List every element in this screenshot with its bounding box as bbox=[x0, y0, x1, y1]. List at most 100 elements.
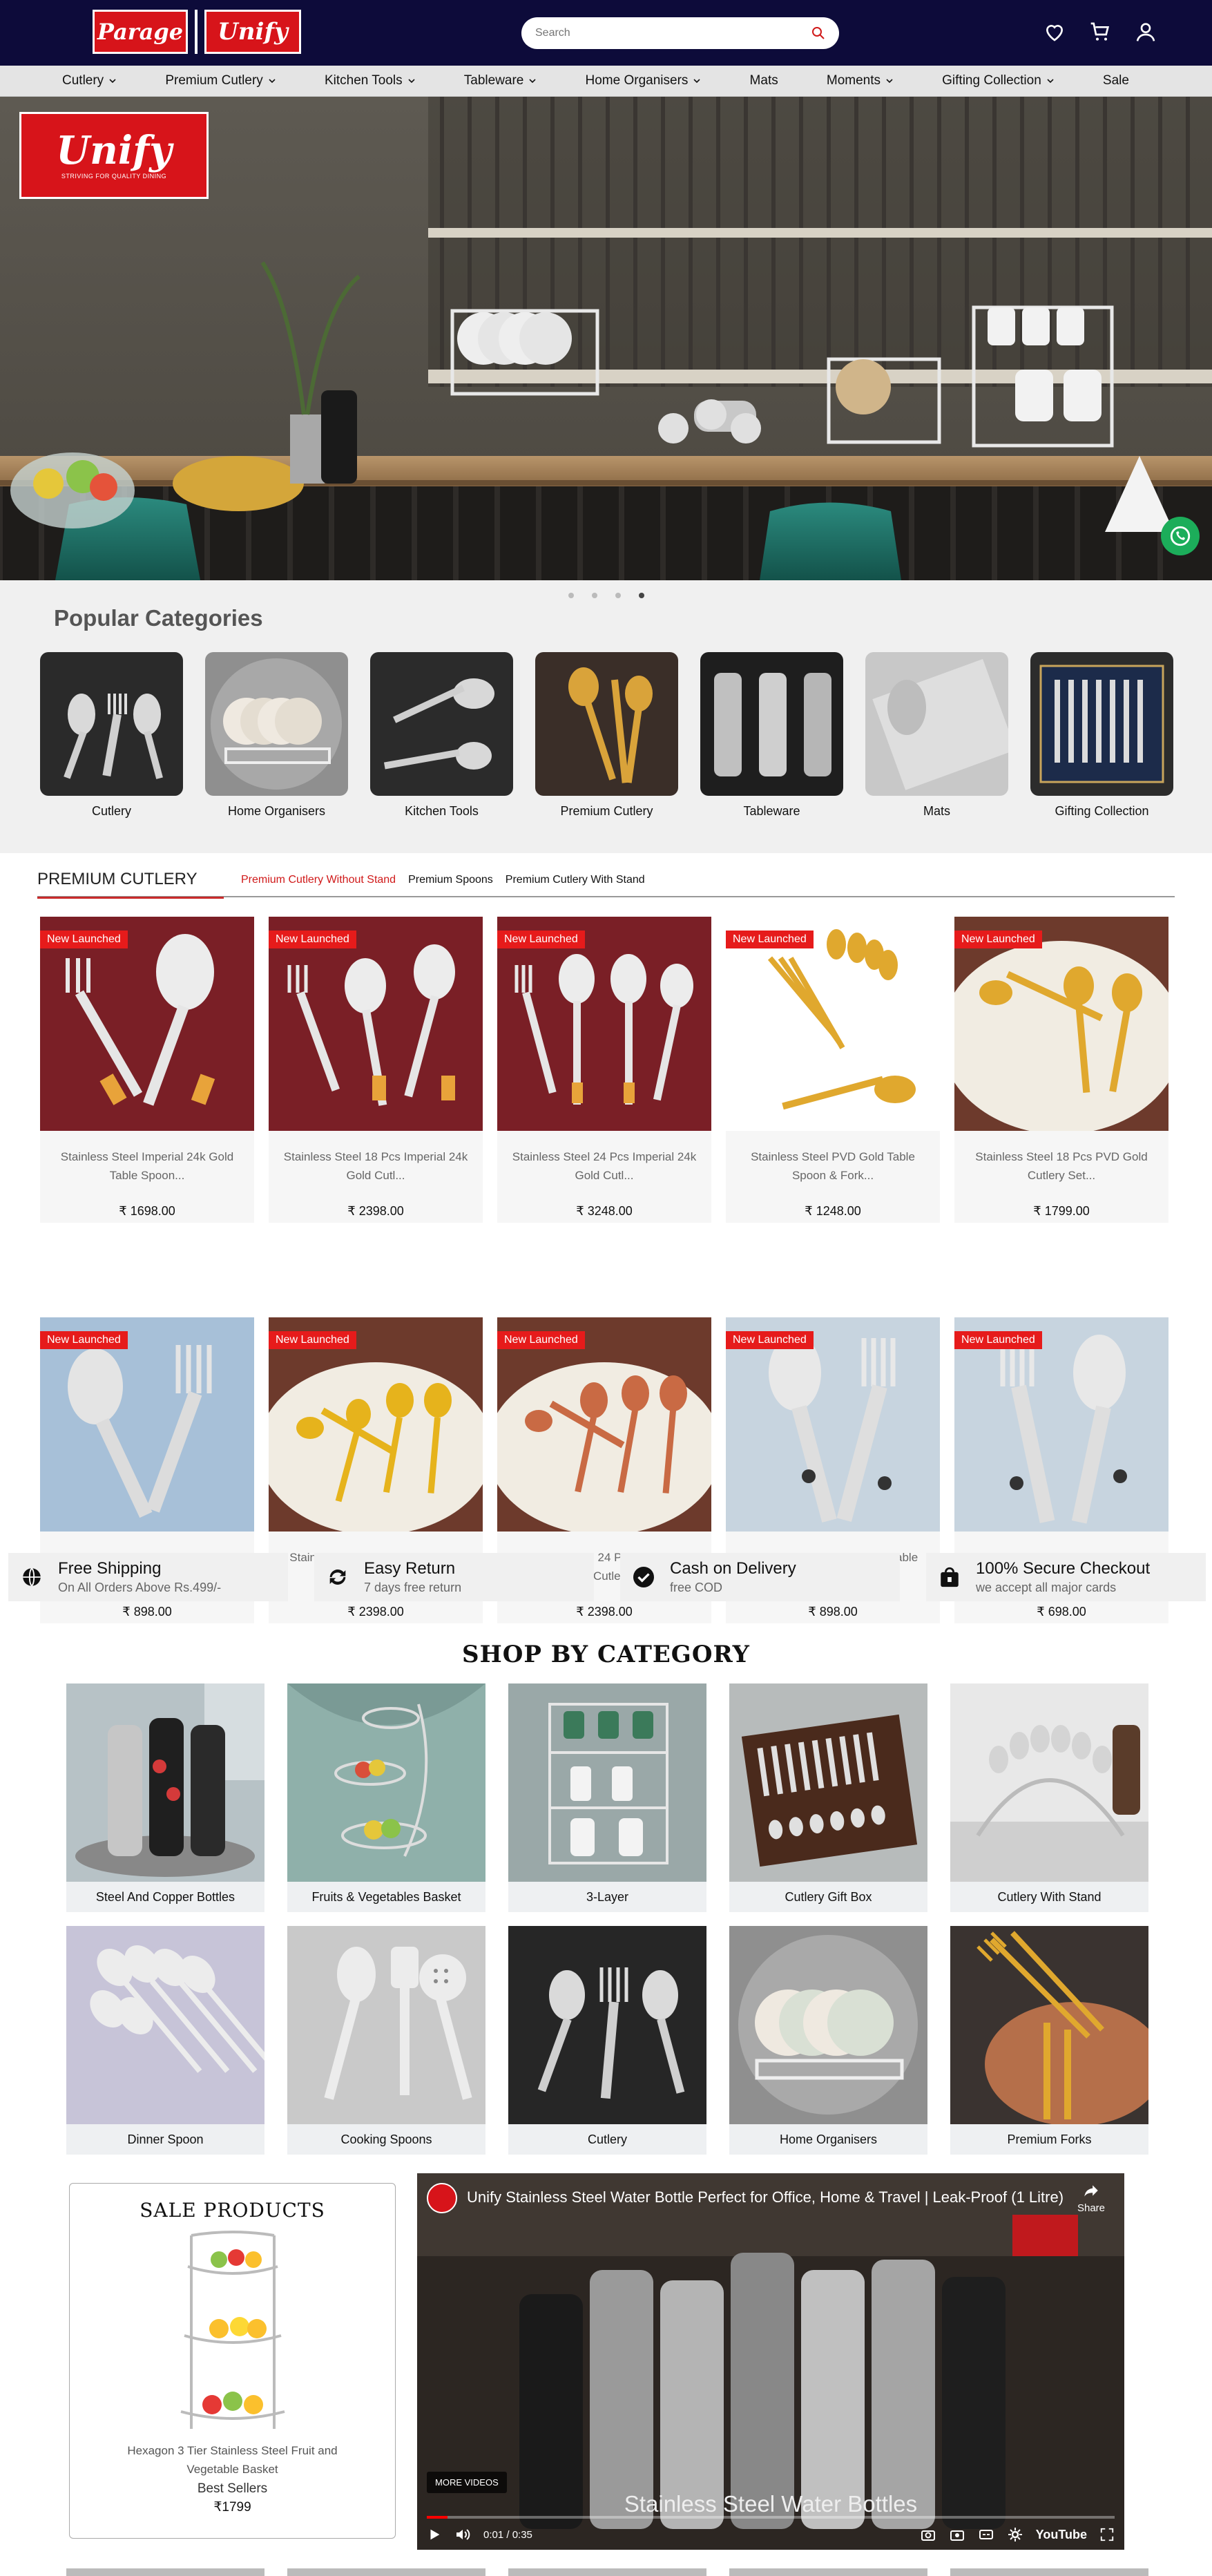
globe-icon bbox=[18, 1563, 46, 1591]
category-label: Fruits & Vegetables Basket bbox=[311, 1889, 461, 1904]
category-label: Home Organisers bbox=[227, 804, 326, 818]
product-card[interactable]: New Launched Stainless Steel PVD Gold Ta… bbox=[726, 917, 940, 1223]
youtube-video-player[interactable]: Unify Stainless Steel Water Bottle Perfe… bbox=[417, 2173, 1124, 2550]
category-card-home-organisers[interactable]: Home Organisers bbox=[729, 1926, 927, 2155]
nav-label: Premium Cutlery bbox=[165, 73, 263, 88]
volume-icon[interactable] bbox=[454, 2526, 471, 2543]
nav-item-mats[interactable]: Mats bbox=[750, 73, 778, 88]
top-header: Parage Unify bbox=[0, 0, 1212, 66]
nav-label: Moments bbox=[826, 73, 881, 88]
popular-card-cutlery[interactable]: Cutlery bbox=[40, 652, 183, 819]
product-price: ₹ 1248.00 bbox=[805, 1204, 861, 1218]
more-videos-button[interactable]: MORE VIDEOS bbox=[427, 2472, 507, 2493]
youtube-logo[interactable]: YouTube bbox=[1036, 2528, 1087, 2542]
video-title[interactable]: Unify Stainless Steel Water Bottle Perfe… bbox=[467, 2188, 1064, 2206]
nav-item-premium-cutlery[interactable]: Premium Cutlery bbox=[165, 73, 276, 88]
nav-item-kitchen-tools[interactable]: Kitchen Tools bbox=[325, 73, 416, 88]
sale-product-name[interactable]: Hexagon 3 Tier Stainless Steel Fruit and… bbox=[70, 2436, 395, 2479]
user-icon[interactable] bbox=[1135, 21, 1157, 43]
category-image bbox=[370, 652, 513, 796]
next-row-peek bbox=[0, 2568, 1212, 2576]
product-grid: New Launched Stainless Steel Imperial 24… bbox=[40, 917, 1168, 1623]
carousel-dots bbox=[0, 593, 1212, 598]
search-icon[interactable] bbox=[811, 26, 825, 40]
product-name[interactable]: Stainless Steel PVD Gold Table Spoon & F… bbox=[726, 1131, 940, 1194]
carousel-dot[interactable] bbox=[615, 593, 621, 598]
camera-icon[interactable] bbox=[920, 2526, 936, 2543]
carousel-dot[interactable] bbox=[568, 593, 574, 598]
screenshot-icon[interactable] bbox=[949, 2526, 965, 2543]
category-card-premium-forks[interactable]: Premium Forks bbox=[950, 1926, 1148, 2155]
category-image bbox=[508, 1926, 706, 2124]
category-label: Cutlery Gift Box bbox=[785, 1889, 872, 1904]
tab-premium-cutlery-with-stand[interactable]: Premium Cutlery With Stand bbox=[506, 874, 645, 886]
category-card-cutlery-with-stand[interactable]: Cutlery With Stand bbox=[950, 1683, 1148, 1912]
product-image: New Launched bbox=[497, 1317, 711, 1532]
video-progress-bar[interactable] bbox=[427, 2516, 1115, 2519]
category-card-cutlery[interactable]: Cutlery bbox=[508, 1926, 706, 2155]
product-card[interactable]: New Launched Stainless Steel 24 Pcs Impe… bbox=[497, 917, 711, 1223]
parage-logo[interactable]: Parage bbox=[93, 10, 188, 54]
video-time: 0:01 / 0:35 bbox=[483, 2528, 532, 2541]
nav-item-sale[interactable]: Sale bbox=[1103, 73, 1129, 88]
category-image bbox=[700, 652, 843, 796]
product-card[interactable]: New Launched Stainless Steel Imperial 24… bbox=[40, 917, 254, 1223]
product-image: New Launched bbox=[497, 917, 711, 1131]
main-nav: Cutlery Premium Cutlery Kitchen Tools Ta… bbox=[0, 66, 1212, 97]
feature-title: 100% Secure Checkout bbox=[976, 1559, 1151, 1578]
popular-card-kitchen-tools[interactable]: Kitchen Tools bbox=[370, 652, 513, 819]
category-card-fruits-basket[interactable]: Fruits & Vegetables Basket bbox=[287, 1683, 485, 1912]
share-icon bbox=[1084, 2185, 1098, 2197]
popular-title: Popular Categories bbox=[54, 605, 263, 631]
play-icon[interactable] bbox=[427, 2527, 442, 2542]
channel-avatar[interactable] bbox=[427, 2183, 457, 2213]
whatsapp-button[interactable] bbox=[1161, 517, 1200, 555]
tab-premium-cutlery-without-stand[interactable]: Premium Cutlery Without Stand bbox=[241, 874, 396, 886]
new-launched-badge: New Launched bbox=[40, 931, 128, 948]
nav-item-home-organisers[interactable]: Home Organisers bbox=[586, 73, 702, 88]
product-card[interactable]: New Launched Stainless Steel 18 Pcs PVD … bbox=[954, 917, 1168, 1223]
chevron-down-icon bbox=[1047, 79, 1054, 84]
carousel-dot-active[interactable] bbox=[638, 593, 644, 598]
nav-item-tableware[interactable]: Tableware bbox=[464, 73, 537, 88]
category-card-bottles[interactable]: Steel And Copper Bottles bbox=[66, 1683, 264, 1912]
captions-icon[interactable] bbox=[978, 2526, 994, 2543]
popular-card-home-organisers[interactable]: Home Organisers bbox=[205, 652, 348, 819]
product-card[interactable]: New Launched Stainless Steel 18 Pcs Impe… bbox=[269, 917, 483, 1223]
category-card-cutlery-gift-box[interactable]: Cutlery Gift Box bbox=[729, 1683, 927, 1912]
hero-banner[interactable]: Unify STRIVING FOR QUALITY DINING bbox=[0, 97, 1212, 580]
nav-item-moments[interactable]: Moments bbox=[827, 73, 894, 88]
tab-premium-spoons[interactable]: Premium Spoons bbox=[408, 874, 493, 886]
category-label: 3-Layer bbox=[586, 1889, 629, 1904]
new-launched-badge: New Launched bbox=[726, 1331, 814, 1349]
product-name[interactable]: Stainless Steel 18 Pcs PVD Gold Cutlery … bbox=[954, 1131, 1168, 1194]
nav-item-cutlery[interactable]: Cutlery bbox=[62, 73, 117, 88]
new-launched-badge: New Launched bbox=[40, 1331, 128, 1349]
category-card-cooking-spoons[interactable]: Cooking Spoons bbox=[287, 1926, 485, 2155]
carousel-dot[interactable] bbox=[591, 593, 597, 598]
sale-products-card[interactable]: SALE PRODUCTS Hexagon 3 Tier Stainless S… bbox=[69, 2183, 396, 2539]
settings-icon[interactable] bbox=[1007, 2526, 1023, 2543]
nav-item-gifting-collection[interactable]: Gifting Collection bbox=[942, 73, 1055, 88]
product-name[interactable]: Stainless Steel 24 Pcs Imperial 24k Gold… bbox=[497, 1131, 711, 1194]
product-name[interactable]: Stainless Steel 18 Pcs Imperial 24k Gold… bbox=[269, 1131, 483, 1194]
category-card-dinner-spoon[interactable]: Dinner Spoon bbox=[66, 1926, 264, 2155]
popular-grid: Cutlery Home Organisers Kitchen Tools Pr… bbox=[40, 652, 1173, 819]
logo-group[interactable]: Parage Unify bbox=[93, 10, 301, 54]
fullscreen-icon[interactable] bbox=[1099, 2527, 1115, 2542]
search-input[interactable] bbox=[535, 27, 811, 39]
heart-icon[interactable] bbox=[1043, 21, 1066, 43]
popular-card-tableware[interactable]: Tableware bbox=[700, 652, 843, 819]
category-card-3-layer[interactable]: 3-Layer bbox=[508, 1683, 706, 1912]
category-image bbox=[865, 652, 1008, 796]
category-image bbox=[508, 1683, 706, 1882]
popular-card-premium-cutlery[interactable]: Premium Cutlery bbox=[535, 652, 678, 819]
cart-icon[interactable] bbox=[1089, 21, 1111, 43]
unify-logo[interactable]: Unify bbox=[204, 10, 301, 54]
feature-subtitle: 7 days free return bbox=[364, 1581, 462, 1594]
popular-card-gifting-collection[interactable]: Gifting Collection bbox=[1030, 652, 1173, 819]
category-image bbox=[1030, 652, 1173, 796]
popular-card-mats[interactable]: Mats bbox=[865, 652, 1008, 819]
share-button[interactable]: Share bbox=[1077, 2182, 1105, 2214]
product-name[interactable]: Stainless Steel Imperial 24k Gold Table … bbox=[40, 1131, 254, 1194]
